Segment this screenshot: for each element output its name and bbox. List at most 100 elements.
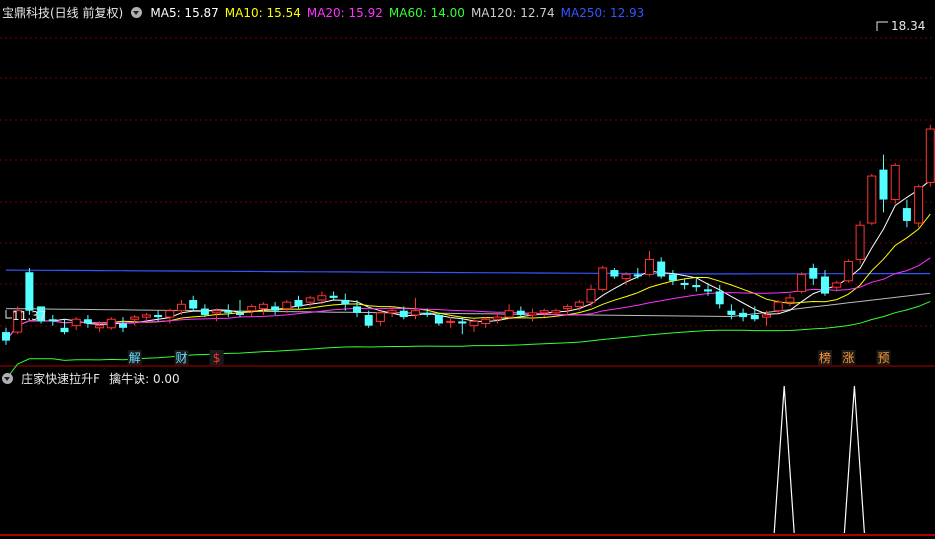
- ma250-line: [5, 269, 931, 275]
- candle-body: [95, 325, 105, 329]
- candle-body: [492, 316, 502, 320]
- candle-body: [2, 332, 10, 341]
- chart-header: 宝鼎科技(日线 前复权) MA5: 15.87 MA10: 15.54 MA20: …: [2, 2, 650, 21]
- candle-body: [657, 261, 666, 277]
- candle-body: [773, 301, 783, 312]
- ma-legend-item: MA250: 12.93: [560, 6, 645, 20]
- candle-body: [130, 316, 140, 320]
- ma-legend-item: MA10: 15.54: [224, 6, 301, 20]
- candle-body: [668, 274, 677, 281]
- candle-body: [119, 323, 127, 328]
- candle-body: [71, 318, 81, 327]
- stock-chart[interactable]: 18.34 11.37 解 财 $ 榜涨 预: [0, 0, 935, 539]
- event-tag: 预: [877, 351, 889, 365]
- candle-body: [177, 303, 186, 312]
- candle-body: [106, 318, 116, 329]
- candle-body: [411, 310, 420, 316]
- indicator-value: 擒牛诀: 0.00: [109, 372, 180, 386]
- candle-body: [902, 208, 911, 221]
- event-tag: 财: [175, 351, 187, 365]
- candle-body: [890, 164, 900, 201]
- candle-body: [785, 297, 795, 303]
- candle-body: [551, 310, 561, 314]
- ma-legend-item: MA120: 12.74: [470, 6, 555, 20]
- candle-body: [539, 310, 549, 314]
- event-tag: 涨: [842, 350, 854, 365]
- stock-title: 宝鼎科技(日线 前复权): [2, 6, 124, 20]
- candle-body: [832, 282, 842, 288]
- candle-body: [434, 314, 443, 324]
- candle-body: [423, 312, 432, 315]
- candle-body: [446, 320, 456, 323]
- candle-body: [364, 314, 373, 326]
- event-tag: $: [213, 351, 221, 365]
- candle-body: [504, 310, 514, 318]
- candle-body: [739, 312, 748, 318]
- candle-body: [727, 310, 736, 315]
- candle-body: [247, 305, 257, 312]
- candle-body: [25, 272, 34, 311]
- candle-body: [821, 276, 829, 294]
- candle-body: [282, 301, 292, 310]
- ma-legend-item: MA60: 14.00: [388, 6, 465, 20]
- candle-body: [481, 318, 491, 325]
- candle-body: [83, 319, 92, 324]
- candle-body: [645, 258, 654, 275]
- candle-body: [399, 310, 408, 318]
- candle-body: [879, 169, 888, 200]
- ma-legend: MA5: 15.87 MA10: 15.54 MA20: 15.92 MA60: 14…: [150, 2, 650, 21]
- candle-body: [563, 305, 573, 310]
- settings-dropdown-icon[interactable]: [131, 7, 143, 18]
- candle-body: [271, 306, 280, 311]
- candle-body: [189, 300, 198, 309]
- event-tag: 榜: [819, 350, 831, 365]
- candle-body: [200, 308, 209, 315]
- candle-body: [60, 327, 69, 333]
- candle-body: [586, 288, 596, 303]
- candle-body: [680, 282, 689, 286]
- candle-body: [610, 270, 619, 277]
- candle-body: [224, 310, 233, 313]
- candle-body: [141, 314, 151, 318]
- candle-body: [704, 289, 712, 292]
- ma-legend-item: MA5: 15.87: [150, 6, 219, 20]
- candle-body: [750, 314, 759, 320]
- candle-body: [305, 297, 315, 303]
- indicator-title: 庄家快速拉升F: [21, 372, 100, 386]
- candle-body: [375, 312, 385, 322]
- candle-body: [809, 267, 818, 279]
- candle-body: [236, 312, 244, 315]
- indicator-spike: [773, 385, 795, 534]
- candle-body: [574, 301, 584, 307]
- low-price-label: 11.37: [12, 309, 46, 323]
- candle-body: [598, 267, 608, 290]
- candle-body: [797, 273, 807, 292]
- ma120-line: [5, 292, 931, 318]
- candle-body: [458, 321, 467, 324]
- candle-body: [692, 285, 701, 288]
- high-marker: [876, 21, 888, 31]
- candle-body: [855, 224, 865, 260]
- indicator-dropdown-icon[interactable]: [2, 373, 13, 384]
- candle-body: [715, 291, 724, 305]
- candle-body: [258, 303, 268, 310]
- candle-body: [762, 314, 771, 318]
- candle-body: [165, 310, 175, 318]
- candle-body: [843, 261, 853, 282]
- ma-legend-item: MA20: 15.92: [306, 6, 383, 20]
- candle-body: [329, 295, 338, 298]
- indicator-header: 庄家快速拉升F 擒牛诀: 0.00: [2, 368, 180, 386]
- candle-body: [621, 273, 631, 280]
- indicator-spike: [843, 385, 865, 534]
- candle-body: [341, 300, 350, 305]
- candle-body: [317, 295, 327, 301]
- candle-body: [48, 319, 57, 322]
- event-tag: 解: [129, 351, 141, 365]
- candle-body: [633, 274, 642, 277]
- high-price-label: 18.34: [891, 19, 925, 33]
- candle-body: [528, 312, 537, 316]
- candle-body: [914, 186, 924, 224]
- candle-body: [867, 175, 877, 224]
- candle-body: [294, 300, 303, 307]
- candle-body: [154, 314, 163, 318]
